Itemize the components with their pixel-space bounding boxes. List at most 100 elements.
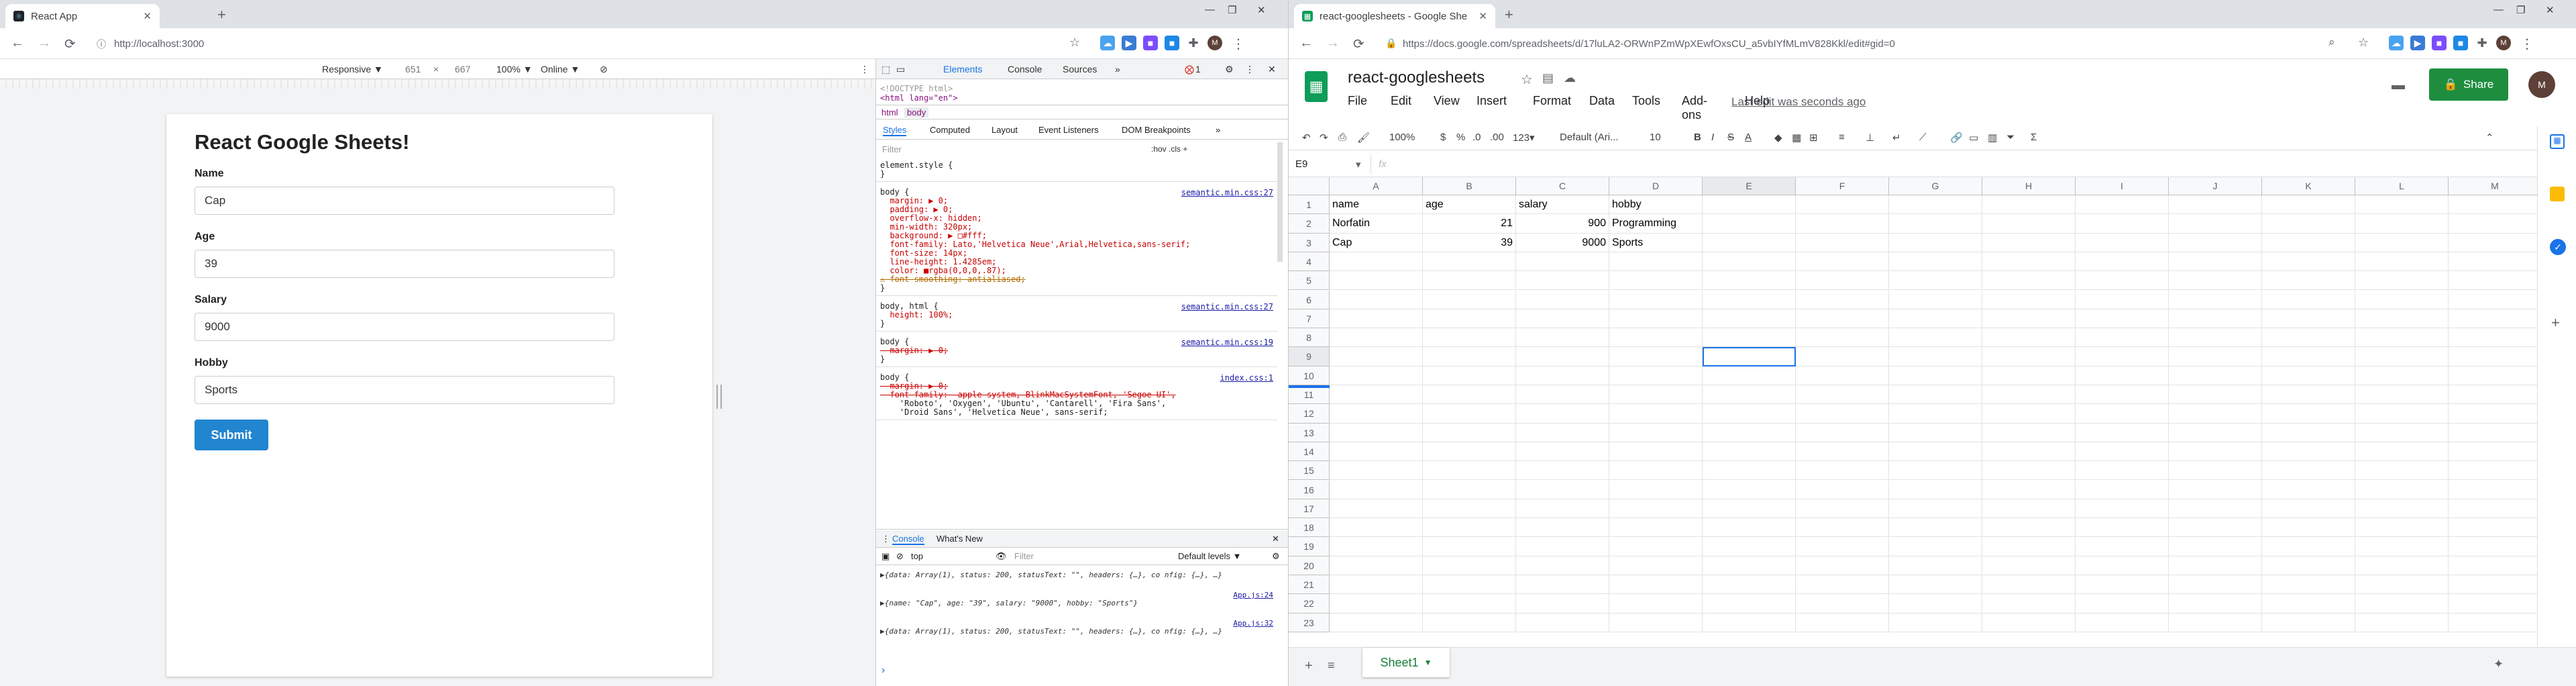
cell-l4[interactable]	[2355, 252, 2449, 272]
cell-a13[interactable]	[1330, 423, 1423, 442]
add-on-plus-icon[interactable]: +	[2551, 314, 2560, 332]
cell-h16[interactable]	[1982, 480, 2076, 499]
cell-f13[interactable]	[1796, 423, 1889, 442]
cell-i3[interactable]	[2076, 233, 2169, 252]
cell-h22[interactable]	[1982, 594, 2076, 614]
row-header-20[interactable]: 20	[1289, 556, 1330, 575]
style-declaration[interactable]: ⚠ font-smoothing: antialiased;	[880, 275, 1026, 284]
submit-button[interactable]: Submit	[195, 420, 268, 450]
crumb-html[interactable]: html	[881, 107, 898, 117]
chart-icon[interactable]: ▥	[1988, 132, 1997, 144]
cell-l13[interactable]	[2355, 423, 2449, 442]
collapse-icon[interactable]: ⌃	[2485, 132, 2494, 144]
cell-m18[interactable]	[2449, 518, 2542, 538]
cell-g21[interactable]	[1889, 575, 1982, 595]
cell-e14[interactable]	[1703, 442, 1796, 462]
cell-a17[interactable]	[1330, 499, 1423, 519]
cell-g18[interactable]	[1889, 518, 1982, 538]
viewport-width-input[interactable]: 651	[405, 64, 421, 75]
cell-i15[interactable]	[2076, 461, 2169, 481]
row-header-1[interactable]: 1	[1289, 195, 1330, 215]
cell-h17[interactable]	[1982, 499, 2076, 519]
cell-g8[interactable]	[1889, 328, 1982, 348]
font-size-select[interactable]: 10	[1650, 132, 1661, 143]
cell-i11[interactable]	[2076, 385, 2169, 405]
menu-item-insert[interactable]: Insert	[1477, 94, 1507, 108]
profile-avatar[interactable]: M	[1208, 36, 1222, 50]
extensions-puzzle-icon[interactable]: ✚	[1186, 36, 1201, 50]
cell-g9[interactable]	[1889, 347, 1982, 366]
cell-h1[interactable]	[1982, 195, 2076, 215]
cell-l23[interactable]	[2355, 613, 2449, 632]
cell-m1[interactable]	[2449, 195, 2542, 215]
cell-a1[interactable]: name	[1330, 195, 1423, 215]
functions-icon[interactable]: Σ	[2031, 132, 2037, 143]
cell-h3[interactable]	[1982, 233, 2076, 252]
cell-h12[interactable]	[1982, 404, 2076, 424]
cell-h2[interactable]	[1982, 214, 2076, 234]
cell-h13[interactable]	[1982, 423, 2076, 442]
cloud-status-icon[interactable]: ☁	[1564, 71, 1576, 85]
viewport-height-input[interactable]: 667	[455, 64, 470, 75]
cell-c12[interactable]	[1516, 404, 1609, 424]
bold-icon[interactable]: B	[1694, 132, 1701, 143]
sheets-logo-icon[interactable]: ▦	[1305, 71, 1328, 102]
cell-c19[interactable]	[1516, 537, 1609, 556]
cell-k2[interactable]	[2262, 214, 2355, 234]
cell-m23[interactable]	[2449, 613, 2542, 632]
reload-icon[interactable]: ⟳	[64, 36, 76, 52]
comment-icon[interactable]: ▭	[1969, 132, 1978, 144]
extension-icon[interactable]: ■	[2453, 36, 2468, 50]
close-window-icon[interactable]: ✕	[2546, 4, 2555, 16]
cell-l16[interactable]	[2355, 480, 2449, 499]
cell-f17[interactable]	[1796, 499, 1889, 519]
align-left-icon[interactable]: ≡	[1839, 132, 1845, 143]
cell-b12[interactable]	[1423, 404, 1516, 424]
cell-h14[interactable]	[1982, 442, 2076, 462]
column-header-m[interactable]: M	[2449, 177, 2542, 195]
cell-h9[interactable]	[1982, 347, 2076, 366]
cell-j22[interactable]	[2169, 594, 2262, 614]
cell-b18[interactable]	[1423, 518, 1516, 538]
close-devtools-icon[interactable]: ✕	[1268, 64, 1276, 75]
cell-g20[interactable]	[1889, 556, 1982, 575]
style-rule-source-link[interactable]: index.css:1	[1220, 373, 1273, 383]
zoom-icon[interactable]: ⌕	[2328, 36, 2335, 49]
row-header-23[interactable]: 23	[1289, 613, 1330, 632]
cell-c23[interactable]	[1516, 613, 1609, 632]
cell-l2[interactable]	[2355, 214, 2449, 234]
style-declaration[interactable]: }	[880, 170, 885, 179]
cell-k21[interactable]	[2262, 575, 2355, 595]
cell-d22[interactable]	[1609, 594, 1703, 614]
cell-i2[interactable]	[2076, 214, 2169, 234]
cell-c15[interactable]	[1516, 461, 1609, 481]
cell-e13[interactable]	[1703, 423, 1796, 442]
cell-g15[interactable]	[1889, 461, 1982, 481]
style-declaration[interactable]: }	[880, 355, 885, 364]
redo-icon[interactable]: ↷	[1320, 132, 1328, 144]
cell-m10[interactable]	[2449, 366, 2542, 385]
explore-icon[interactable]: ✦	[2493, 657, 2504, 671]
cell-l17[interactable]	[2355, 499, 2449, 519]
number-format-select[interactable]: 123▾	[1513, 132, 1535, 144]
tab-elements[interactable]: Elements	[943, 64, 982, 75]
cell-m17[interactable]	[2449, 499, 2542, 519]
cell-l6[interactable]	[2355, 290, 2449, 309]
cell-b5[interactable]	[1423, 271, 1516, 291]
column-header-g[interactable]: G	[1889, 177, 1982, 195]
row-header-8[interactable]: 8	[1289, 328, 1330, 348]
cell-g6[interactable]	[1889, 290, 1982, 309]
cell-d16[interactable]	[1609, 480, 1703, 499]
style-declaration[interactable]: height: 100%;	[880, 311, 953, 320]
extension-icon[interactable]: ☁	[2389, 36, 2404, 50]
cell-g2[interactable]	[1889, 214, 1982, 234]
crumb-body[interactable]: body	[904, 107, 929, 117]
cell-c6[interactable]	[1516, 290, 1609, 309]
cell-d15[interactable]	[1609, 461, 1703, 481]
extension-icon[interactable]: ▶	[2410, 36, 2425, 50]
cell-h15[interactable]	[1982, 461, 2076, 481]
column-header-k[interactable]: K	[2262, 177, 2355, 195]
cell-b17[interactable]	[1423, 499, 1516, 519]
cell-b3[interactable]: 39	[1423, 233, 1516, 252]
cell-c13[interactable]	[1516, 423, 1609, 442]
